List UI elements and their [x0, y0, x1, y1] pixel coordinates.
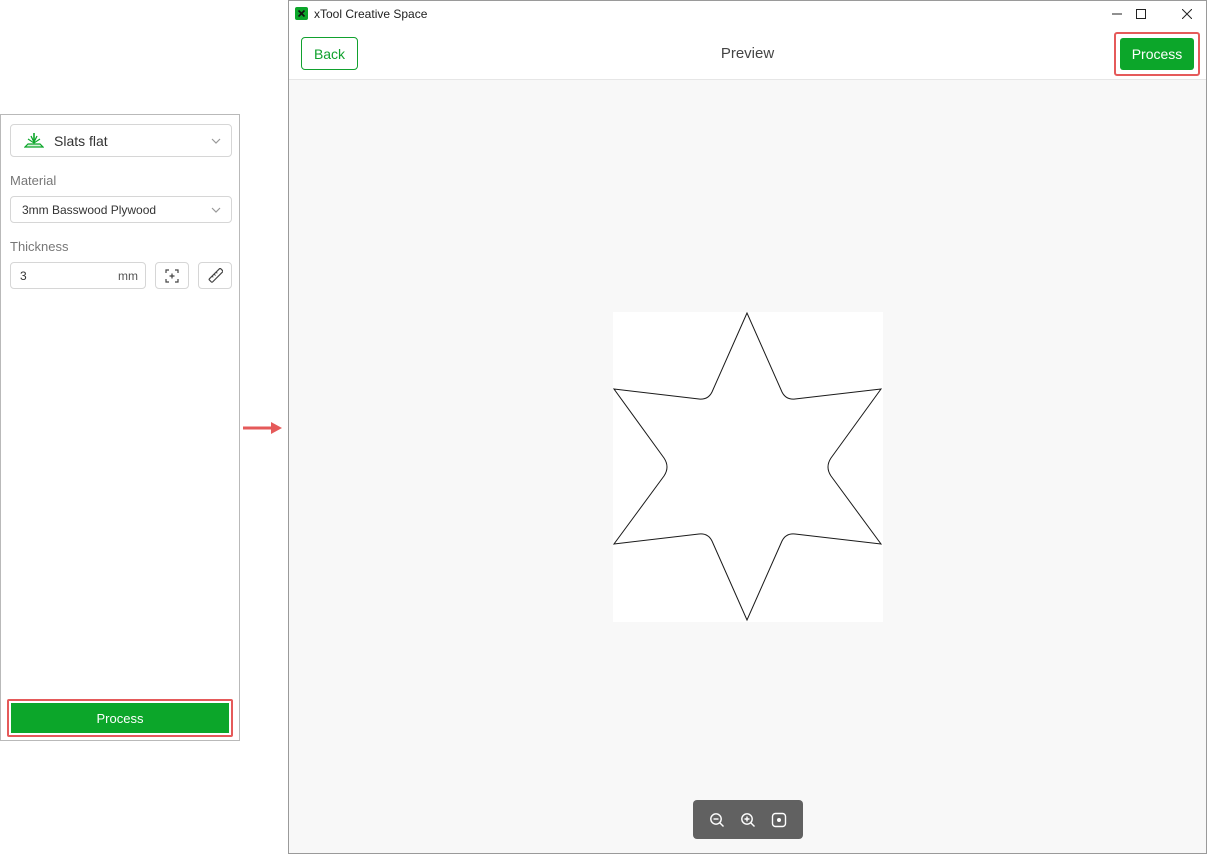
- processing-mode-label: Slats flat: [54, 132, 108, 149]
- preview-window: xTool Creative Space Back Preview Proces…: [288, 0, 1207, 854]
- zoom-out-button[interactable]: [705, 808, 729, 832]
- close-button[interactable]: [1164, 1, 1207, 27]
- chevron-down-icon: [211, 138, 221, 144]
- maximize-button[interactable]: [1118, 1, 1164, 27]
- app-logo-icon: [295, 7, 308, 20]
- material-select[interactable]: 3mm Basswood Plywood: [10, 196, 232, 223]
- thickness-label: Thickness: [10, 239, 69, 254]
- page-title: Preview: [720, 45, 775, 62]
- process-button[interactable]: Process: [1120, 38, 1194, 70]
- material-value: 3mm Basswood Plywood: [22, 202, 157, 217]
- fit-to-screen-icon: [772, 812, 787, 827]
- auto-focus-icon: [165, 268, 179, 283]
- process-button[interactable]: Process: [11, 703, 229, 733]
- zoom-out-icon: [709, 812, 724, 827]
- zoom-toolbar: [693, 800, 803, 839]
- close-icon: [1182, 9, 1192, 19]
- auto-measure-button[interactable]: [155, 262, 189, 289]
- manual-measure-button[interactable]: [198, 262, 232, 289]
- thickness-unit: mm: [118, 269, 138, 283]
- zoom-in-button[interactable]: [736, 808, 760, 832]
- preview-canvas[interactable]: [289, 80, 1206, 853]
- material-label: Material: [10, 173, 57, 188]
- settings-panel: Slats flat Material 3mm Basswood Plywood…: [0, 114, 240, 741]
- thickness-field[interactable]: mm: [10, 262, 146, 289]
- chevron-down-icon: [211, 207, 221, 213]
- star-shape: [612, 311, 883, 622]
- thickness-input[interactable]: [11, 263, 120, 288]
- preview-header: Back Preview Process: [289, 27, 1206, 80]
- zoom-in-icon: [741, 812, 755, 827]
- process-button-highlight: Process: [7, 699, 233, 737]
- processing-mode-select[interactable]: Slats flat: [10, 124, 232, 157]
- artboard: [612, 311, 883, 622]
- process-button-highlight: Process: [1114, 32, 1200, 76]
- arrow-right-icon: [243, 422, 282, 434]
- window-title: xTool Creative Space: [314, 7, 428, 21]
- ruler-icon: [208, 268, 223, 283]
- maximize-icon: [1136, 9, 1146, 19]
- title-bar: xTool Creative Space: [289, 1, 1206, 27]
- fit-to-screen-button[interactable]: [767, 808, 791, 832]
- slats-flat-icon: [24, 132, 44, 148]
